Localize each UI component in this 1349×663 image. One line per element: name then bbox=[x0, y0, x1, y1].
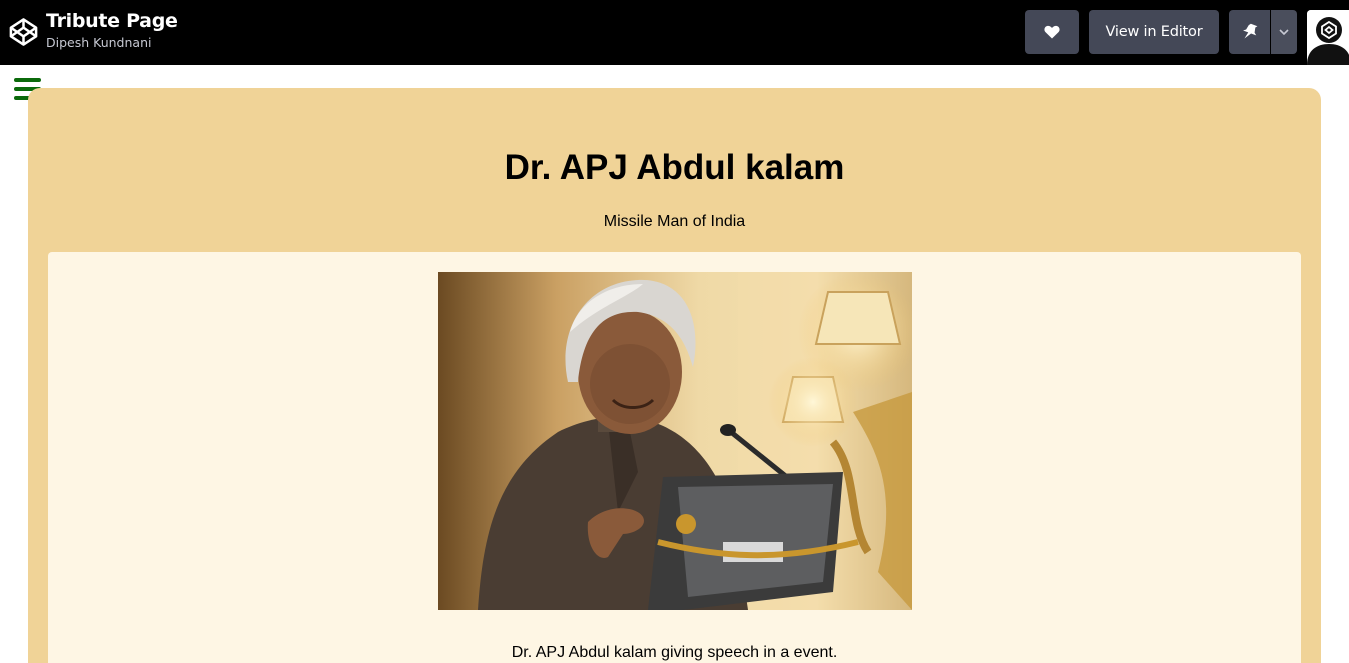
image-caption: Dr. APJ Abdul kalam giving speech in a e… bbox=[511, 644, 838, 661]
chevron-down-icon bbox=[1279, 29, 1289, 35]
user-avatar[interactable] bbox=[1307, 10, 1349, 65]
image-panel: Dr. APJ Abdul kalam giving speech in a e… bbox=[48, 252, 1301, 663]
tribute-subtitle: Missile Man of India bbox=[603, 213, 746, 230]
pin-button[interactable] bbox=[1229, 10, 1270, 54]
pin-options-button[interactable] bbox=[1271, 10, 1297, 54]
heart-icon bbox=[1044, 25, 1060, 39]
codepen-logo-icon[interactable] bbox=[8, 16, 39, 48]
avatar-icon bbox=[1307, 10, 1349, 65]
tribute-main: Dr. APJ Abdul kalam Missile Man of India bbox=[28, 88, 1321, 663]
heart-button[interactable] bbox=[1025, 10, 1079, 54]
pen-author[interactable]: Dipesh Kundnani bbox=[46, 35, 151, 50]
view-in-editor-button[interactable]: View in Editor bbox=[1089, 10, 1219, 54]
pen-title[interactable]: Tribute Page bbox=[46, 10, 178, 32]
tribute-title: Dr. APJ Abdul kalam bbox=[504, 148, 845, 187]
codepen-header: Tribute Page Dipesh Kundnani View in Edi… bbox=[0, 0, 1349, 65]
tribute-photo bbox=[438, 272, 912, 610]
pin-icon bbox=[1242, 23, 1257, 39]
